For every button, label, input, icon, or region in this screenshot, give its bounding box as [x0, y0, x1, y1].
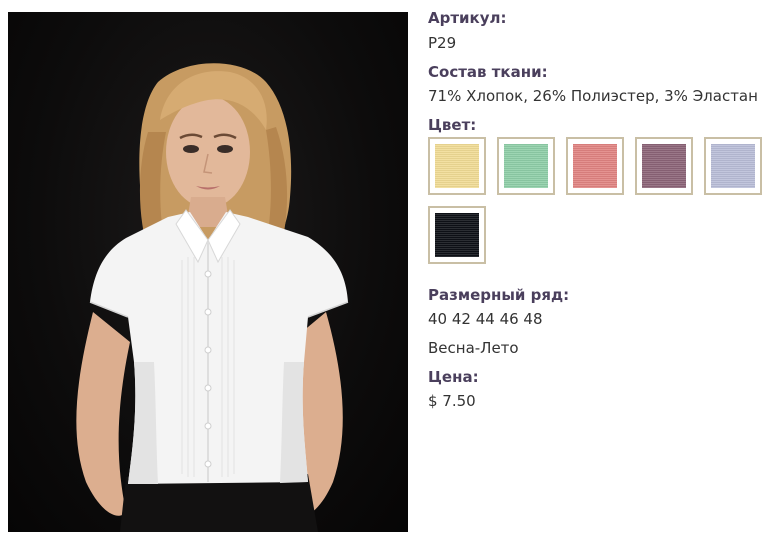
color-label: Цвет:	[428, 116, 477, 134]
season-value: Весна-Лето	[428, 339, 519, 357]
fabric-value: 71% Хлопок, 26% Полиэстер, 3% Эластан	[428, 87, 758, 105]
mint-swatch[interactable]	[497, 137, 555, 195]
mauve-swatch-chip	[642, 144, 686, 188]
size-label: Размерный ряд:	[428, 286, 570, 304]
size-value: 40 42 44 46 48	[428, 310, 543, 328]
mauve-swatch[interactable]	[635, 137, 693, 195]
price-label: Цена:	[428, 368, 479, 386]
model-shirt-illustration	[76, 63, 349, 532]
lavender-swatch[interactable]	[704, 137, 762, 195]
mint-swatch-chip	[504, 144, 548, 188]
fabric-label: Состав ткани:	[428, 63, 548, 81]
coral-swatch[interactable]	[566, 137, 624, 195]
product-card: Артикул: P29 Состав ткани: 71% Хлопок, 2…	[0, 0, 778, 547]
yellow-swatch-chip	[435, 144, 479, 188]
product-photo[interactable]	[8, 12, 408, 532]
coral-swatch-chip	[573, 144, 617, 188]
black-swatch[interactable]	[428, 206, 486, 264]
lavender-swatch-chip	[711, 144, 755, 188]
yellow-swatch[interactable]	[428, 137, 486, 195]
black-swatch-chip	[435, 213, 479, 257]
sku-value: P29	[428, 34, 457, 52]
sku-label: Артикул:	[428, 9, 507, 27]
price-value: $ 7.50	[428, 392, 476, 410]
